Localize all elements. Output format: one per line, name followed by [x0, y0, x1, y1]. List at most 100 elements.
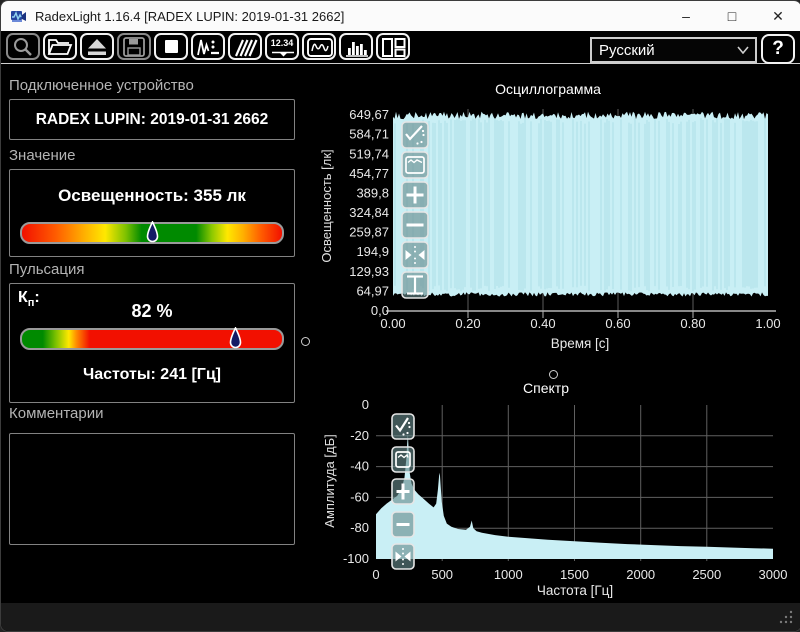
oscillogram-ylabel: Освещенность [лк]	[319, 149, 334, 262]
kp-value: 82 %	[131, 301, 173, 321]
toolbar-layout-view-button[interactable]	[376, 33, 410, 60]
svg-text:194,9: 194,9	[356, 244, 389, 259]
app-icon	[10, 9, 27, 23]
svg-text:649,67: 649,67	[349, 107, 389, 122]
frequency-value: Частоты: 241 [Гц]	[82, 366, 221, 383]
svg-text:-40: -40	[350, 459, 369, 474]
spectrum-fit-horizontal-button[interactable]	[391, 543, 415, 570]
toolbar-measurement-mode-button[interactable]	[191, 33, 225, 60]
floppy-icon	[123, 36, 145, 57]
svg-text:-60: -60	[350, 489, 369, 504]
panels-icon	[382, 37, 406, 57]
svg-text:-20: -20	[350, 428, 369, 443]
spectrum-auto-scale-button[interactable]	[391, 413, 415, 440]
minimize-button[interactable]: –	[663, 1, 709, 31]
oscillogram-zoom-out-button[interactable]	[401, 211, 429, 239]
toolbar: 12.34 Русский ?	[1, 31, 800, 64]
illuminance-reading: Освещенность: 355 лк	[58, 186, 246, 205]
pulsation-box: Кп: 82 % Частоты: 241 [Гц]	[9, 283, 295, 403]
device-section-header: Подключенное устройство	[9, 77, 194, 94]
folder-open-icon	[47, 38, 73, 55]
svg-text:0.60: 0.60	[605, 316, 630, 331]
oscillogram-zoom-in-button[interactable]	[401, 181, 429, 209]
hatch-icon	[234, 39, 258, 56]
pulsation-section-header: Пульсация	[9, 261, 85, 278]
digits-icon: 12.34	[271, 38, 294, 56]
spectrum-chart: 0-20-40-60-80-1000 500 1000 1500 2000 2500 300…	[322, 380, 788, 598]
bar-chart-icon	[346, 41, 368, 57]
comments-input[interactable]	[9, 433, 295, 545]
svg-text:324,84: 324,84	[349, 205, 389, 220]
magnifier-icon	[14, 37, 32, 56]
toolbar-stop-measurement-button[interactable]	[154, 33, 188, 60]
svg-text:1000: 1000	[494, 567, 523, 582]
svg-text:519,74: 519,74	[349, 146, 389, 161]
spectrum-zoom-out-button[interactable]	[391, 511, 415, 538]
waveform-dots-icon	[197, 39, 219, 55]
value-section-header: Значение	[9, 147, 76, 164]
spectrum-fit-view-button[interactable]	[391, 446, 415, 473]
chevron-down-icon	[737, 46, 749, 54]
svg-text:1.00: 1.00	[755, 316, 780, 331]
value-box: Освещенность: 355 лк	[9, 169, 295, 257]
oscillogram-title: Осциллограмма	[495, 81, 601, 97]
spectrum-zoom-in-button[interactable]	[391, 478, 415, 505]
toolbar-save-file-button[interactable]	[117, 33, 151, 60]
toolbar-zoom-tool-button[interactable]	[6, 33, 40, 60]
svg-text:2500: 2500	[692, 567, 721, 582]
oscillogram-chart: 649,67 584,71 519,74 454,77 389,8 324,84 259,8…	[319, 81, 781, 351]
svg-text:0.80: 0.80	[680, 316, 705, 331]
svg-text:2000: 2000	[626, 567, 655, 582]
svg-text:259,87: 259,87	[349, 225, 389, 240]
window-title: RadexLight 1.16.4 [RADEX LUPIN: 2019-01-…	[35, 8, 345, 24]
wave-box-icon	[307, 37, 333, 57]
oscillogram-xlabel: Время [с]	[551, 336, 610, 351]
oscillogram-fit-vertical-button[interactable]	[401, 271, 429, 299]
svg-text:500: 500	[431, 567, 453, 582]
svg-text:584,71: 584,71	[349, 127, 389, 142]
resize-grip-icon[interactable]	[778, 609, 794, 625]
svg-text:454,77: 454,77	[349, 166, 389, 181]
svg-text:1500: 1500	[560, 567, 589, 582]
device-name: RADEX LUPIN: 2019-01-31 2662	[35, 111, 269, 128]
toolbar-oscillogram-view-button[interactable]	[302, 33, 336, 60]
toolbar-spectrum-view-button[interactable]	[339, 33, 373, 60]
svg-text:0: 0	[362, 397, 369, 412]
language-value: Русский	[599, 41, 655, 59]
svg-text:0.20: 0.20	[455, 316, 480, 331]
toolbar-open-file-button[interactable]	[43, 33, 77, 60]
eject-icon	[88, 38, 106, 55]
close-button[interactable]: ✕	[755, 1, 800, 31]
window-controls: – □ ✕	[663, 1, 800, 31]
toolbar-eject-device-button[interactable]	[80, 33, 114, 60]
svg-text:0.40: 0.40	[530, 316, 555, 331]
toolbar-numeric-display-view-button[interactable]: 12.34	[265, 33, 299, 60]
help-button[interactable]: ?	[761, 34, 795, 64]
value-marker-icon	[146, 221, 159, 243]
stop-icon	[165, 39, 178, 53]
value-scale-bar	[20, 221, 284, 244]
maximize-button[interactable]: □	[709, 1, 755, 31]
svg-text:129,93: 129,93	[349, 264, 389, 279]
oscillogram-fit-view-button[interactable]	[401, 151, 429, 179]
svg-text:0: 0	[372, 567, 379, 582]
oscillogram-fit-horizontal-button[interactable]	[401, 241, 429, 269]
comments-section-header: Комментарии	[9, 405, 104, 422]
spectrum-ylabel: Амплитуда [дБ]	[322, 434, 337, 527]
statusbar	[1, 603, 800, 631]
toolbar-sensor-mode-button[interactable]	[228, 33, 262, 60]
spectrum-xlabel: Частота [Гц]	[537, 583, 613, 598]
svg-text:0.00: 0.00	[380, 316, 405, 331]
titlebar: RadexLight 1.16.4 [RADEX LUPIN: 2019-01-…	[1, 1, 800, 31]
pulsation-marker-icon	[229, 327, 242, 349]
splitter-handle-left[interactable]	[301, 337, 310, 346]
svg-text:3000: 3000	[759, 567, 788, 582]
svg-text:64,97: 64,97	[356, 283, 389, 298]
device-box: RADEX LUPIN: 2019-01-31 2662	[9, 99, 295, 140]
svg-text:389,8: 389,8	[356, 186, 389, 201]
app-window: RadexLight 1.16.4 [RADEX LUPIN: 2019-01-…	[0, 0, 800, 632]
oscillogram-auto-scale-button[interactable]	[401, 121, 429, 149]
spectrum-title: Спектр	[523, 380, 569, 396]
language-dropdown[interactable]: Русский	[590, 37, 757, 63]
svg-text:-80: -80	[350, 520, 369, 535]
